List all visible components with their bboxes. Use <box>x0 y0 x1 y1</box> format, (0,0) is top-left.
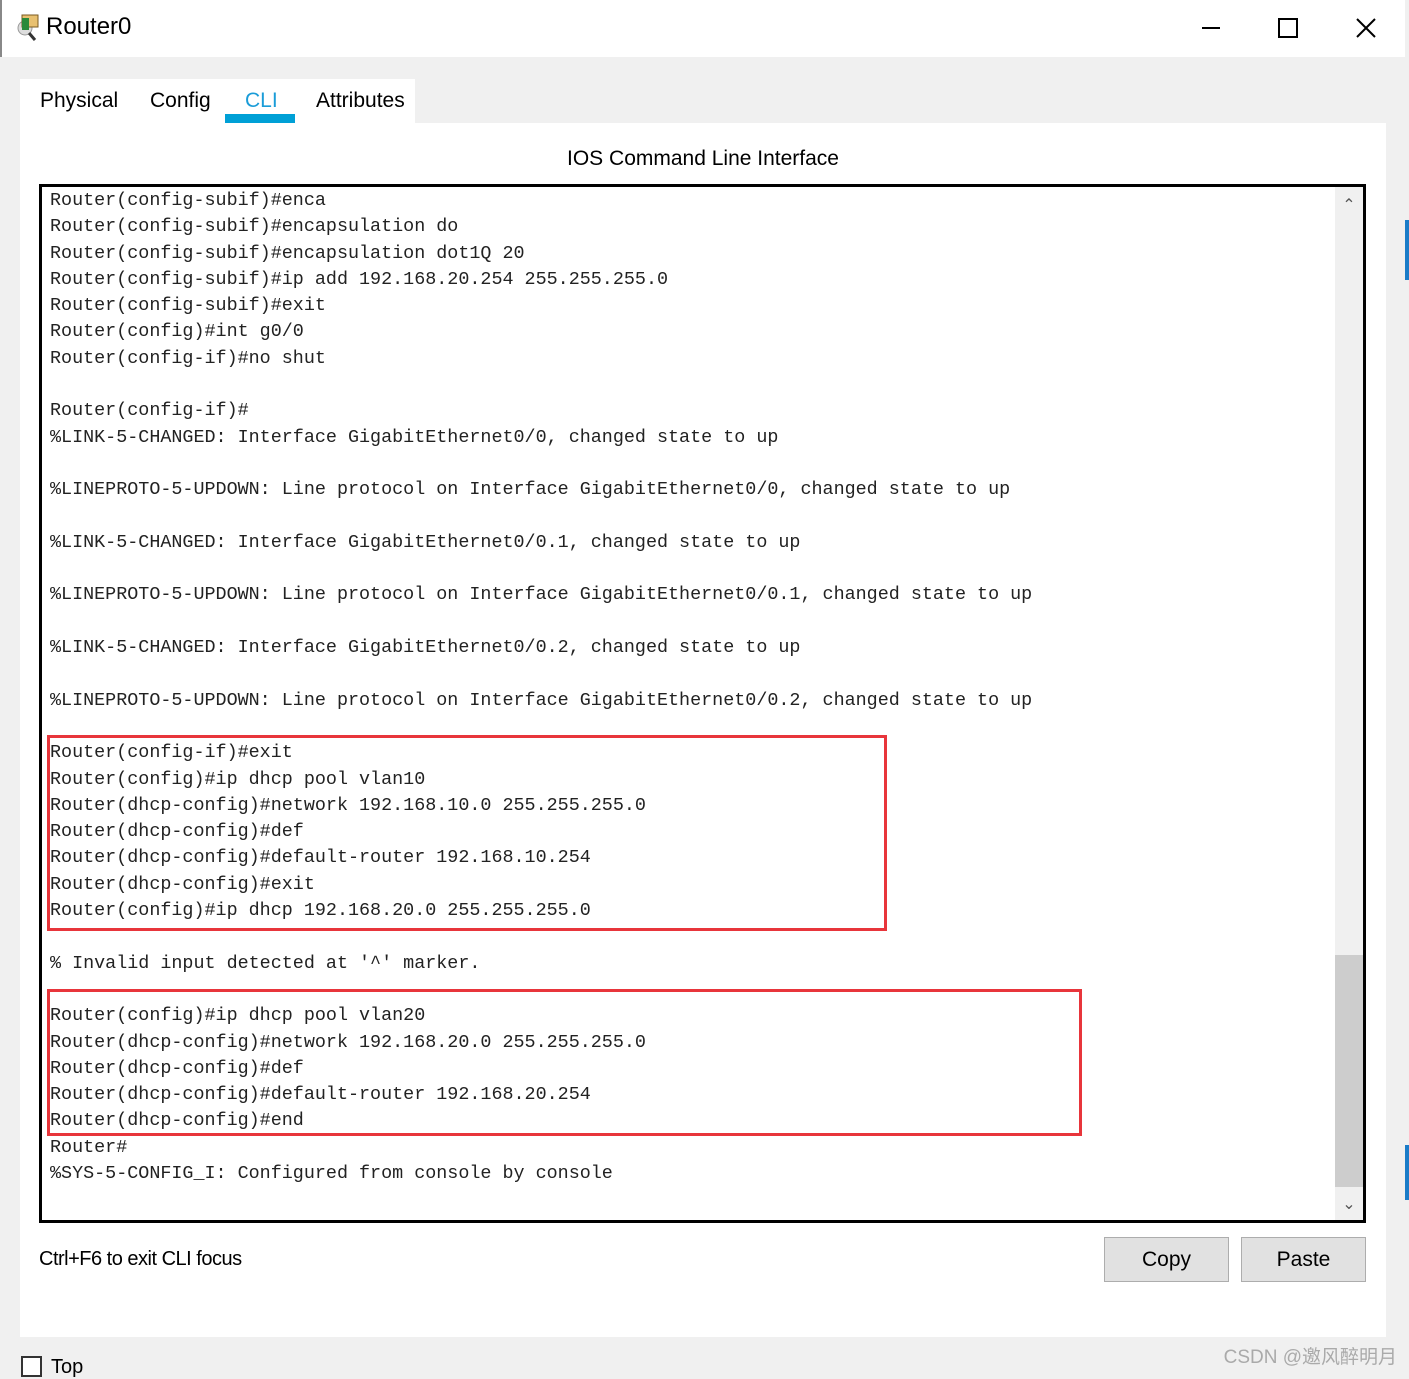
close-icon <box>1356 18 1376 38</box>
top-checkbox[interactable] <box>21 1356 42 1377</box>
highlight-box-vlan10 <box>47 735 887 931</box>
router-icon <box>17 14 39 41</box>
active-tab-indicator <box>225 114 295 123</box>
terminal-line: Router(config-subif)#enca <box>50 190 326 211</box>
terminal-line: %SYS-5-CONFIG_I: Configured from console… <box>50 1162 613 1184</box>
paste-button[interactable]: Paste <box>1241 1237 1366 1282</box>
terminal-line: Router(config-subif)#exit <box>50 295 326 317</box>
tab-attributes[interactable]: Attributes <box>316 89 405 113</box>
terminal-line: % Invalid input detected at '^' marker. <box>50 952 481 974</box>
terminal-line: Router(config)#int g0/0 <box>50 321 304 343</box>
watermark: CSDN @邀风醉明月 <box>1223 1347 1397 1368</box>
scroll-down-icon[interactable]: ⌄ <box>1335 1194 1363 1214</box>
terminal-line: %LINEPROTO-5-UPDOWN: Line protocol on In… <box>50 479 1011 501</box>
copy-button[interactable]: Copy <box>1104 1237 1229 1282</box>
tab-config[interactable]: Config <box>150 89 211 113</box>
close-button[interactable] <box>1346 8 1386 48</box>
terminal-line: Router(config-subif)#ip add 192.168.20.2… <box>50 268 669 290</box>
background-window-edge <box>1405 220 1409 280</box>
terminal-line: Router(config-if)# <box>50 400 249 422</box>
terminal-line: %LINK-5-CHANGED: Interface GigabitEthern… <box>50 531 801 553</box>
terminal-line: Router(config-subif)#encapsulation dot1Q… <box>50 242 525 264</box>
tab-bar: Physical Config CLI Attributes <box>20 79 415 125</box>
tab-cli[interactable]: CLI <box>245 89 278 113</box>
terminal-line: Router(config-subif)#encapsulation do <box>50 216 459 238</box>
terminal-line: Router(config-if)#no shut <box>50 347 326 369</box>
cli-focus-hint: Ctrl+F6 to exit CLI focus <box>39 1248 242 1270</box>
scrollbar-thumb[interactable] <box>1335 955 1363 1187</box>
maximize-icon <box>1278 18 1298 38</box>
vertical-scrollbar[interactable]: ⌃ ⌄ <box>1335 187 1363 1220</box>
scroll-up-icon[interactable]: ⌃ <box>1335 195 1363 215</box>
terminal-line: %LINEPROTO-5-UPDOWN: Line protocol on In… <box>50 689 1033 711</box>
title-bar: Router0 <box>0 0 1405 57</box>
background-window-edge <box>1405 1145 1409 1200</box>
minimize-button[interactable] <box>1191 8 1231 48</box>
highlight-box-vlan20 <box>47 989 1082 1136</box>
top-checkbox-label: Top <box>51 1356 84 1378</box>
terminal-line: %LINK-5-CHANGED: Interface GigabitEthern… <box>50 637 801 659</box>
terminal-line: %LINK-5-CHANGED: Interface GigabitEthern… <box>50 426 779 448</box>
panel-title: IOS Command Line Interface <box>567 147 839 170</box>
terminal-line: Router# <box>50 1136 128 1158</box>
terminal-line: %LINEPROTO-5-UPDOWN: Line protocol on In… <box>50 584 1033 606</box>
tab-physical[interactable]: Physical <box>40 89 118 113</box>
minimize-icon <box>1202 27 1220 29</box>
cli-terminal[interactable]: Router(config-subif)#enca Router(config-s… <box>39 184 1366 1223</box>
window-title: Router0 <box>46 13 132 40</box>
maximize-button[interactable] <box>1268 8 1308 48</box>
